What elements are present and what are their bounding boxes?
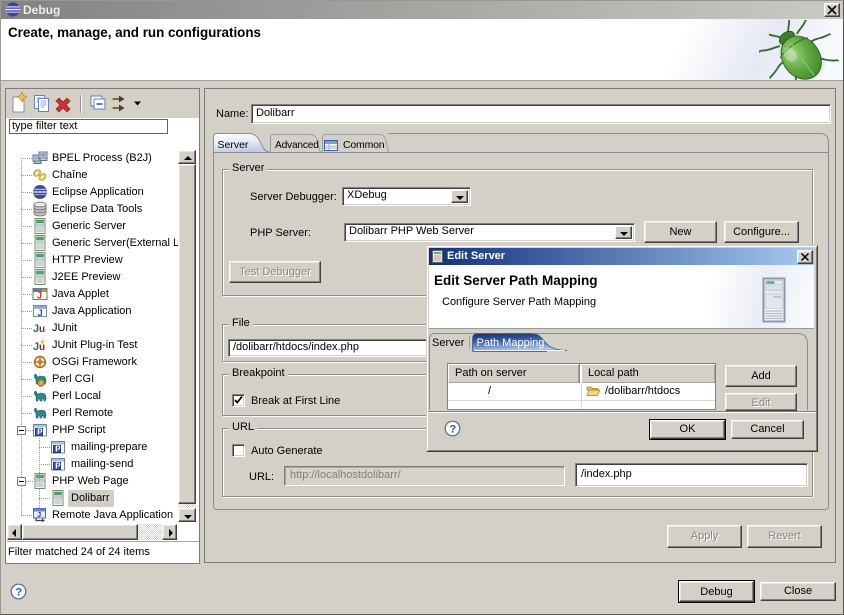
- svg-text:u: u: [39, 342, 45, 353]
- svg-text:?: ?: [16, 587, 23, 599]
- svg-text:J: J: [37, 291, 42, 301]
- svg-text:P: P: [55, 445, 61, 454]
- svg-text:?: ?: [450, 424, 457, 436]
- svg-text:Server: Server: [432, 337, 465, 349]
- svg-text:P: P: [55, 462, 61, 471]
- svg-text:J: J: [38, 308, 43, 319]
- svg-text:u: u: [39, 324, 45, 335]
- svg-text:P: P: [37, 428, 43, 437]
- svg-text:Path Mapping: Path Mapping: [477, 337, 545, 349]
